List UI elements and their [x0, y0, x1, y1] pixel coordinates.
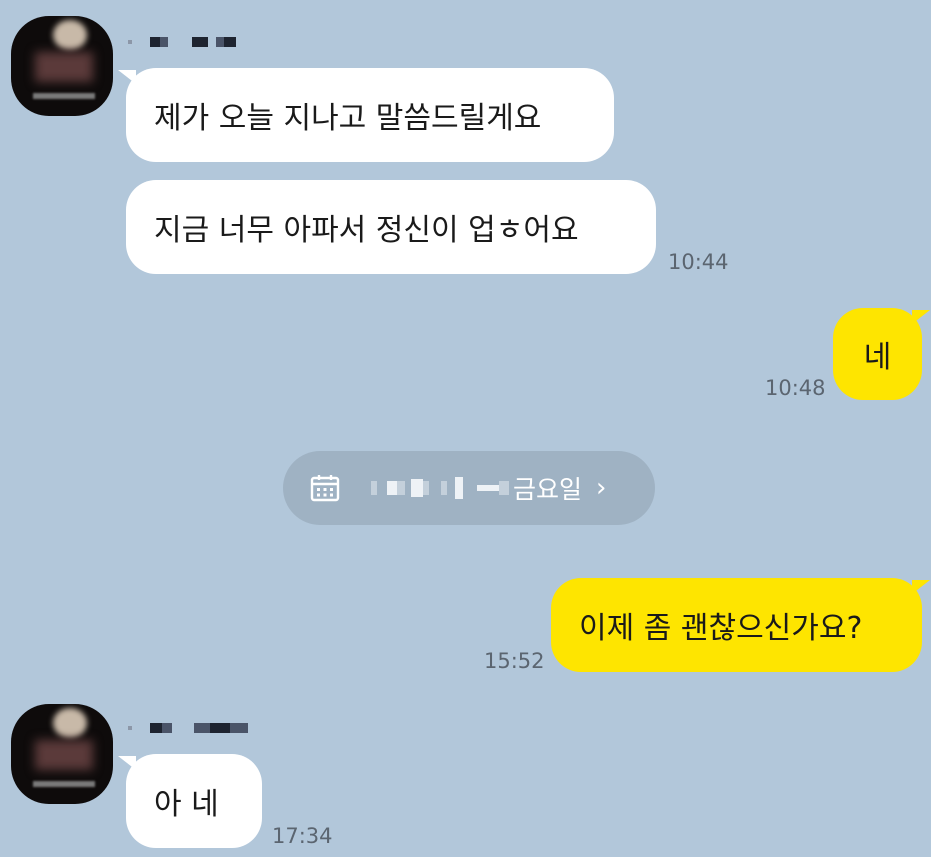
date-divider[interactable]: 금요일 ›: [283, 451, 655, 525]
message-text: 지금 너무 아파서 정신이 업ㅎ어요: [154, 213, 579, 248]
message-bubble[interactable]: 제가 오늘 지나고 말씀드릴게요: [126, 68, 614, 162]
message-timestamp: 17:34: [272, 824, 333, 848]
message-text: 제가 오늘 지나고 말씀드릴게요: [154, 101, 542, 136]
date-label: 금요일: [513, 475, 583, 504]
message-timestamp: 10:48: [765, 376, 826, 400]
message-bubble[interactable]: 이제 좀 괜찮으신가요?: [551, 578, 922, 672]
sender-avatar[interactable]: [11, 16, 113, 116]
message-timestamp: 10:44: [668, 250, 729, 274]
date-censored: [371, 476, 509, 500]
message-bubble[interactable]: 네: [833, 308, 922, 400]
sender-name-censored: [128, 720, 248, 736]
chevron-right-icon: ›: [596, 473, 607, 503]
message-timestamp: 15:52: [484, 649, 545, 673]
message-text: 아 네: [154, 787, 219, 822]
message-bubble[interactable]: 아 네: [126, 754, 262, 848]
sender-name-censored: [128, 34, 236, 50]
calendar-icon: [310, 475, 340, 502]
message-text: 이제 좀 괜찮으신가요?: [579, 611, 863, 646]
message-bubble[interactable]: 지금 너무 아파서 정신이 업ㅎ어요: [126, 180, 656, 274]
message-text: 네: [863, 340, 892, 375]
sender-avatar[interactable]: [11, 704, 113, 804]
chat-room: 제가 오늘 지나고 말씀드릴게요 지금 너무 아파서 정신이 업ㅎ어요 10:4…: [0, 0, 931, 857]
